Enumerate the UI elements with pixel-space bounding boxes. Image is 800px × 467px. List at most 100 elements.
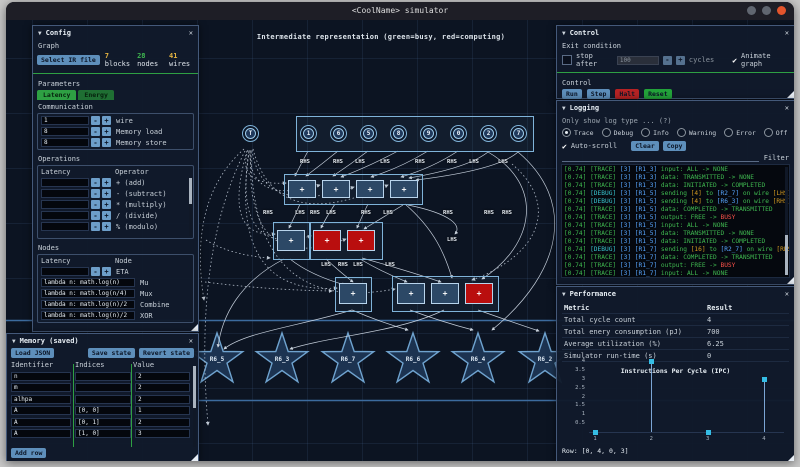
plus-button[interactable]: + bbox=[102, 178, 111, 187]
minus-button[interactable]: - bbox=[91, 127, 100, 136]
run-button[interactable]: Run bbox=[562, 89, 582, 99]
plus-button[interactable]: + bbox=[102, 127, 111, 136]
minus-button[interactable]: - bbox=[91, 189, 100, 198]
communication-latency-input[interactable] bbox=[41, 127, 89, 136]
control-panel-header[interactable]: ▼ Control ✕ bbox=[557, 26, 794, 39]
scrollbar-thumb[interactable] bbox=[193, 366, 196, 408]
log-scrollbar[interactable] bbox=[785, 167, 788, 275]
window-titlebar[interactable]: <CoolName> simulator bbox=[6, 2, 794, 20]
close-icon[interactable]: ✕ bbox=[785, 290, 789, 298]
minus-button[interactable]: - bbox=[91, 211, 100, 220]
memory-indices-cell[interactable] bbox=[75, 406, 131, 415]
resize-handle[interactable] bbox=[787, 455, 794, 461]
plus-button[interactable]: + bbox=[102, 189, 111, 198]
communication-latency-input[interactable] bbox=[41, 138, 89, 147]
memory-value-cell[interactable] bbox=[135, 383, 190, 392]
resize-handle[interactable] bbox=[191, 454, 198, 461]
tab-latency[interactable]: Latency bbox=[37, 90, 76, 100]
filter-input[interactable] bbox=[562, 153, 759, 162]
cycles-input[interactable] bbox=[617, 56, 659, 65]
memory-indices-cell[interactable] bbox=[75, 395, 131, 404]
collapse-icon[interactable]: ▼ bbox=[12, 338, 16, 345]
memory-identifier-cell[interactable] bbox=[11, 429, 71, 438]
resize-handle[interactable] bbox=[787, 277, 794, 284]
radio-icon[interactable] bbox=[562, 128, 571, 137]
memory-identifier-cell[interactable] bbox=[11, 395, 71, 404]
log-type-radio-trace[interactable]: Trace bbox=[562, 128, 594, 137]
log-console[interactable]: [0.74] [TRACE] [3] [R1_3] input: ALL -> … bbox=[561, 164, 790, 278]
memory-identifier-cell[interactable] bbox=[11, 383, 71, 392]
minus-button[interactable]: - bbox=[91, 200, 100, 209]
close-icon[interactable]: ✕ bbox=[785, 104, 789, 112]
radio-icon[interactable] bbox=[602, 128, 611, 137]
close-icon[interactable]: ✕ bbox=[189, 29, 193, 37]
memory-scrollbar[interactable] bbox=[193, 366, 196, 447]
log-type-radio-debug[interactable]: Debug bbox=[602, 128, 634, 137]
memory-value-cell[interactable] bbox=[135, 418, 190, 427]
node-latency-input[interactable] bbox=[41, 311, 135, 320]
halt-button[interactable]: Halt bbox=[615, 89, 639, 99]
node-latency-input[interactable] bbox=[41, 267, 89, 276]
add-row-button[interactable]: Add row bbox=[11, 448, 46, 458]
config-panel-header[interactable]: ▼ Config ✕ bbox=[33, 26, 198, 39]
log-type-radio-error[interactable]: Error bbox=[724, 128, 756, 137]
cycles-minus-button[interactable]: - bbox=[663, 56, 672, 65]
radio-icon[interactable] bbox=[641, 128, 650, 137]
tab-energy[interactable]: Energy bbox=[78, 90, 113, 100]
operation-latency-input[interactable] bbox=[41, 222, 89, 231]
memory-identifier-cell[interactable] bbox=[11, 406, 71, 415]
load-json-button[interactable]: Load JSON bbox=[11, 348, 54, 358]
log-type-radio-off[interactable]: Off bbox=[764, 128, 788, 137]
plus-button[interactable]: + bbox=[102, 116, 111, 125]
plus-button[interactable]: + bbox=[102, 138, 111, 147]
autoscroll-checkbox[interactable]: ✔ bbox=[562, 142, 567, 151]
minus-button[interactable]: - bbox=[91, 138, 100, 147]
minus-button[interactable]: - bbox=[91, 116, 100, 125]
radio-icon[interactable] bbox=[677, 128, 686, 137]
operation-latency-input[interactable] bbox=[41, 189, 89, 198]
animate-graph-checkbox[interactable]: ✔ bbox=[732, 56, 737, 65]
memory-value-cell[interactable] bbox=[135, 406, 190, 415]
memory-value-cell[interactable] bbox=[135, 372, 190, 381]
memory-panel-header[interactable]: ▼ Memory (saved) ✕ bbox=[7, 334, 198, 347]
plus-button[interactable]: + bbox=[102, 267, 111, 276]
close-icon[interactable]: ✕ bbox=[189, 337, 193, 345]
reset-button[interactable]: Reset bbox=[644, 89, 672, 99]
memory-identifier-cell[interactable] bbox=[11, 418, 71, 427]
memory-indices-cell[interactable] bbox=[75, 372, 131, 381]
clear-button[interactable]: Clear bbox=[631, 141, 659, 151]
resize-handle[interactable] bbox=[191, 324, 198, 331]
cycles-plus-button[interactable]: + bbox=[676, 56, 685, 65]
plus-button[interactable]: + bbox=[102, 222, 111, 231]
communication-latency-input[interactable] bbox=[41, 116, 89, 125]
minus-button[interactable]: - bbox=[91, 178, 100, 187]
scrollbar-thumb[interactable] bbox=[785, 235, 788, 275]
node-latency-input[interactable] bbox=[41, 289, 135, 298]
memory-value-cell[interactable] bbox=[135, 395, 190, 404]
operation-latency-input[interactable] bbox=[41, 211, 89, 220]
memory-identifier-cell[interactable] bbox=[11, 372, 71, 381]
plus-button[interactable]: + bbox=[102, 200, 111, 209]
copy-button[interactable]: Copy bbox=[663, 141, 687, 151]
stop-after-checkbox[interactable] bbox=[562, 55, 572, 65]
memory-indices-cell[interactable] bbox=[75, 429, 131, 438]
log-type-radio-info[interactable]: Info bbox=[641, 128, 669, 137]
node-latency-input[interactable] bbox=[41, 300, 135, 309]
operations-scrollbar[interactable] bbox=[189, 178, 192, 236]
step-button[interactable]: Step bbox=[587, 89, 611, 99]
minimize-button[interactable] bbox=[747, 6, 756, 15]
radio-icon[interactable] bbox=[764, 128, 773, 137]
maximize-button[interactable] bbox=[762, 6, 771, 15]
collapse-icon[interactable]: ▼ bbox=[562, 105, 566, 112]
minus-button[interactable]: - bbox=[91, 267, 100, 276]
resize-handle[interactable] bbox=[787, 91, 794, 98]
memory-value-cell[interactable] bbox=[135, 429, 190, 438]
revert-state-button[interactable]: Revert state bbox=[139, 348, 194, 358]
plus-button[interactable]: + bbox=[102, 211, 111, 220]
operation-latency-input[interactable] bbox=[41, 200, 89, 209]
scrollbar-thumb[interactable] bbox=[189, 178, 192, 204]
close-button[interactable] bbox=[777, 6, 786, 15]
collapse-icon[interactable]: ▼ bbox=[562, 30, 566, 37]
operation-latency-input[interactable] bbox=[41, 178, 89, 187]
collapse-icon[interactable]: ▼ bbox=[562, 291, 566, 298]
